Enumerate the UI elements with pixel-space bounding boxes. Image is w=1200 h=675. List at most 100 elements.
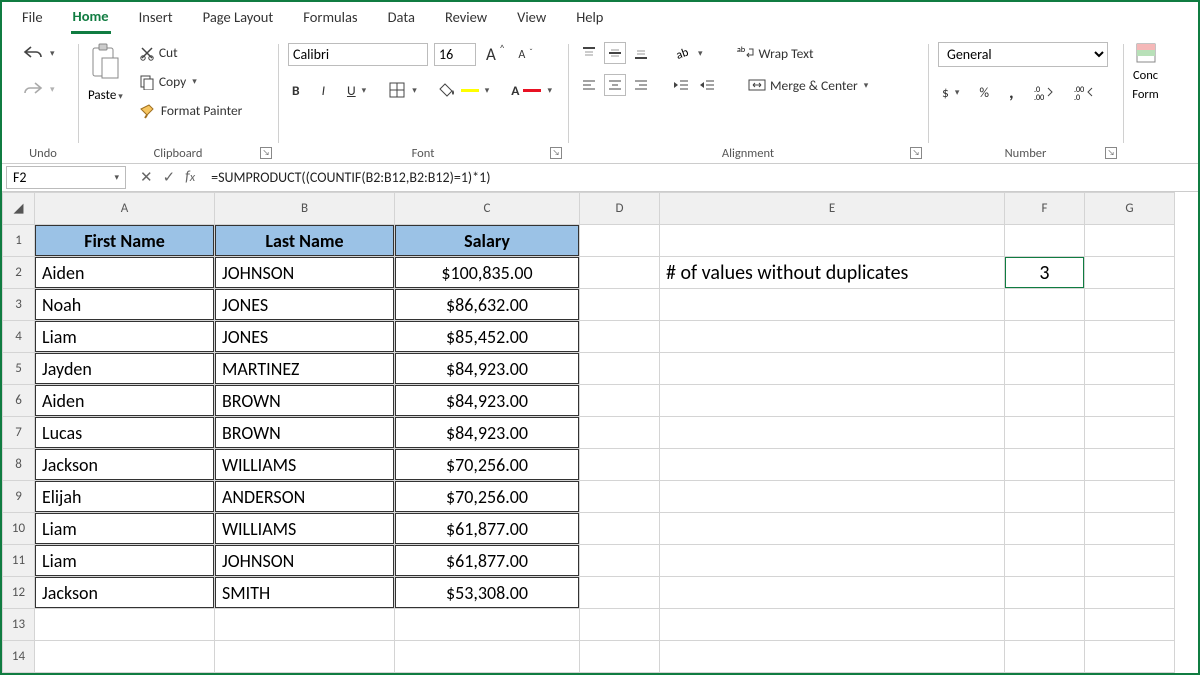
- cell[interactable]: [580, 513, 659, 544]
- cell-C4[interactable]: $85,452.00: [395, 321, 579, 352]
- cell[interactable]: [660, 545, 1004, 576]
- row-header[interactable]: 4: [3, 321, 35, 353]
- row-header[interactable]: 7: [3, 417, 35, 449]
- row-header[interactable]: 14: [3, 641, 35, 673]
- cell[interactable]: [660, 417, 1004, 448]
- row-header[interactable]: 6: [3, 385, 35, 417]
- cell-B10[interactable]: WILLIAMS: [215, 513, 394, 544]
- cell[interactable]: [1085, 545, 1174, 576]
- cell[interactable]: [215, 609, 394, 640]
- cell-B3[interactable]: JONES: [215, 289, 394, 320]
- col-header-C[interactable]: C: [395, 193, 580, 225]
- row-header[interactable]: 9: [3, 481, 35, 513]
- cell[interactable]: [580, 545, 659, 576]
- cell[interactable]: [1085, 385, 1174, 416]
- align-left-button[interactable]: [578, 74, 600, 96]
- cell[interactable]: [660, 385, 1004, 416]
- cell-B7[interactable]: BROWN: [215, 417, 394, 448]
- cell-C8[interactable]: $70,256.00: [395, 449, 579, 480]
- cell-C11[interactable]: $61,877.00: [395, 545, 579, 576]
- enter-formula-button[interactable]: ✓: [163, 168, 176, 187]
- cell[interactable]: [1005, 289, 1084, 320]
- cell[interactable]: [1005, 225, 1084, 256]
- col-header-B[interactable]: B: [215, 193, 395, 225]
- cell[interactable]: [1005, 321, 1084, 352]
- borders-button[interactable]: ▾: [384, 79, 421, 101]
- cell-A12[interactable]: Jackson: [35, 577, 214, 608]
- accounting-format-button[interactable]: $▾: [938, 82, 963, 103]
- font-color-button[interactable]: A▾: [507, 80, 556, 101]
- clipboard-launcher-icon[interactable]: ↘: [260, 147, 272, 159]
- col-header-A[interactable]: A: [35, 193, 215, 225]
- cell-C2[interactable]: $100,835.00: [395, 257, 579, 288]
- cell-C7[interactable]: $84,923.00: [395, 417, 579, 448]
- align-middle-button[interactable]: [604, 42, 626, 64]
- row-header[interactable]: 8: [3, 449, 35, 481]
- cell[interactable]: [1085, 449, 1174, 480]
- cell[interactable]: [660, 577, 1004, 608]
- cell[interactable]: [1005, 577, 1084, 608]
- cell[interactable]: [35, 641, 214, 672]
- cell-B5[interactable]: MARTINEZ: [215, 353, 394, 384]
- cell[interactable]: [660, 609, 1004, 640]
- wrap-text-button[interactable]: abWrap Text: [733, 43, 818, 64]
- cell[interactable]: [1085, 321, 1174, 352]
- decrease-indent-button[interactable]: [670, 74, 692, 96]
- cell-C5[interactable]: $84,923.00: [395, 353, 579, 384]
- cell-A11[interactable]: Liam: [35, 545, 214, 576]
- row-header[interactable]: 3: [3, 289, 35, 321]
- cell[interactable]: [1005, 417, 1084, 448]
- copy-button[interactable]: Copy▾: [135, 71, 247, 92]
- select-all-corner[interactable]: ◢: [3, 193, 35, 225]
- cell-A5[interactable]: Jayden: [35, 353, 214, 384]
- col-header-D[interactable]: D: [580, 193, 660, 225]
- align-top-button[interactable]: [578, 42, 600, 64]
- cell[interactable]: [580, 481, 659, 512]
- align-center-button[interactable]: [604, 74, 626, 96]
- cell[interactable]: [580, 417, 659, 448]
- row-header[interactable]: 13: [3, 609, 35, 641]
- cell-A1[interactable]: First Name: [35, 225, 214, 256]
- cell[interactable]: [580, 641, 659, 672]
- paste-button[interactable]: Paste▾: [88, 42, 123, 103]
- cell[interactable]: [1005, 609, 1084, 640]
- cell[interactable]: [580, 225, 659, 256]
- conditional-formatting-icon[interactable]: [1135, 42, 1157, 64]
- cell[interactable]: [660, 481, 1004, 512]
- cell-B2[interactable]: JOHNSON: [215, 257, 394, 288]
- fill-color-button[interactable]: ▾: [435, 81, 494, 99]
- cell[interactable]: [580, 289, 659, 320]
- row-header[interactable]: 1: [3, 225, 35, 257]
- cell[interactable]: [215, 641, 394, 672]
- cell-A2[interactable]: Aiden: [35, 257, 214, 288]
- cell-A3[interactable]: Noah: [35, 289, 214, 320]
- cell[interactable]: [1085, 417, 1174, 448]
- cell[interactable]: [1085, 353, 1174, 384]
- format-painter-button[interactable]: Format Painter: [135, 100, 247, 121]
- col-header-E[interactable]: E: [660, 193, 1005, 225]
- cell[interactable]: [660, 449, 1004, 480]
- font-name-select[interactable]: [288, 43, 428, 66]
- underline-button[interactable]: U▾: [343, 80, 370, 101]
- increase-decimal-button[interactable]: .0.00: [1030, 82, 1058, 102]
- cell-B1[interactable]: Last Name: [215, 225, 394, 256]
- decrease-font-button[interactable]: Aˇ: [514, 46, 537, 64]
- cell[interactable]: [580, 449, 659, 480]
- cell-F2[interactable]: 3: [1005, 257, 1084, 288]
- cell[interactable]: [1005, 545, 1084, 576]
- percent-format-button[interactable]: %: [975, 82, 993, 103]
- cell-C1[interactable]: Salary: [395, 225, 579, 256]
- cell[interactable]: [660, 289, 1004, 320]
- cell-C3[interactable]: $86,632.00: [395, 289, 579, 320]
- merge-center-button[interactable]: Merge & Center▾: [744, 75, 872, 96]
- cell-A7[interactable]: Lucas: [35, 417, 214, 448]
- orientation-button[interactable]: ab▾: [670, 42, 707, 64]
- cell-C6[interactable]: $84,923.00: [395, 385, 579, 416]
- increase-font-button[interactable]: A^: [482, 42, 508, 67]
- cell[interactable]: [580, 353, 659, 384]
- row-header[interactable]: 5: [3, 353, 35, 385]
- undo-button[interactable]: ▾: [18, 42, 59, 64]
- cell[interactable]: [660, 321, 1004, 352]
- col-header-F[interactable]: F: [1005, 193, 1085, 225]
- cell[interactable]: [35, 609, 214, 640]
